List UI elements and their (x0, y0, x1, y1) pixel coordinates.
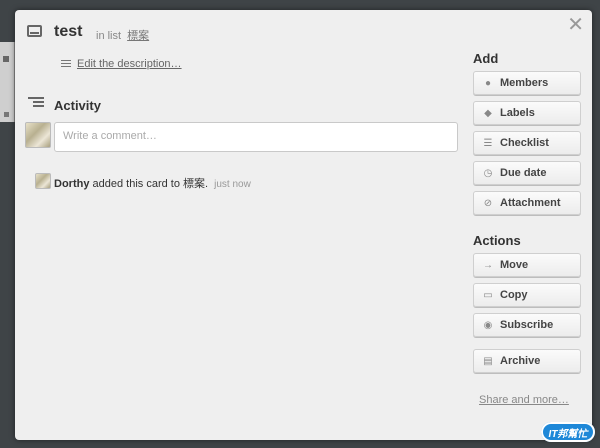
activity-heading: Activity (54, 98, 101, 113)
edit-description-link[interactable]: Edit the description… (77, 58, 182, 70)
subscribe-label: Subscribe (500, 319, 554, 331)
labels-label: Labels (500, 107, 535, 119)
card-sidebar: Add ● Members ◆ Labels ☰ Checklist ◷ Due… (472, 10, 587, 440)
card-title[interactable]: test (54, 23, 82, 41)
copy-label: Copy (500, 289, 528, 301)
archive-button[interactable]: ▤ Archive (473, 349, 581, 373)
due-date-label: Due date (500, 167, 547, 179)
actions-heading: Actions (473, 233, 521, 248)
comment-input[interactable] (54, 122, 458, 152)
attachment-label: Attachment (500, 197, 561, 209)
card-icon: ▭ (483, 289, 493, 301)
attachment-button[interactable]: ⊘ Attachment (473, 191, 581, 215)
activity-timestamp[interactable]: just now (214, 179, 251, 190)
eye-icon: ◉ (483, 319, 493, 331)
current-user-avatar (25, 122, 51, 148)
move-button[interactable]: → Move (473, 253, 581, 277)
labels-button[interactable]: ◆ Labels (473, 101, 581, 125)
checklist-icon: ☰ (483, 137, 493, 149)
card-icon (27, 25, 42, 37)
card-main-column: test in list 標案 Edit the description… Ac… (23, 10, 463, 440)
move-label: Move (500, 259, 529, 271)
person-icon: ● (484, 77, 492, 89)
activity-icon (28, 97, 44, 110)
clock-icon: ◷ (483, 167, 493, 179)
card-list-location: in list 標案 (96, 27, 149, 43)
paperclip-icon: ⊘ (483, 197, 493, 209)
subscribe-button[interactable]: ◉ Subscribe (473, 313, 581, 337)
add-heading: Add (473, 51, 499, 66)
members-button[interactable]: ● Members (473, 71, 581, 95)
activity-user-name[interactable]: Dorthy (54, 178, 89, 190)
archive-icon: ▤ (483, 355, 493, 367)
background-list-card (0, 42, 15, 122)
share-and-more-link[interactable]: Share and more… (479, 394, 569, 406)
due-date-button[interactable]: ◷ Due date (473, 161, 581, 185)
in-list-label: in list (96, 30, 122, 42)
card-detail-window: ✕ test in list 標案 Edit the description… … (15, 10, 592, 440)
activity-action-text: added this card to 標案. (92, 178, 209, 190)
checklist-button[interactable]: ☰ Checklist (473, 131, 581, 155)
description-icon (61, 60, 71, 69)
copy-button[interactable]: ▭ Copy (473, 283, 581, 307)
site-watermark: IT邦幫忙 (541, 422, 595, 442)
checklist-label: Checklist (500, 137, 549, 149)
activity-entry: Dorthy added this card to 標案. just now (54, 175, 251, 191)
archive-label: Archive (500, 355, 541, 367)
tag-icon: ◆ (484, 107, 492, 119)
list-name-link[interactable]: 標案 (127, 30, 149, 42)
members-label: Members (500, 77, 549, 89)
activity-user-avatar (35, 173, 51, 189)
arrow-right-icon: → (483, 259, 493, 271)
